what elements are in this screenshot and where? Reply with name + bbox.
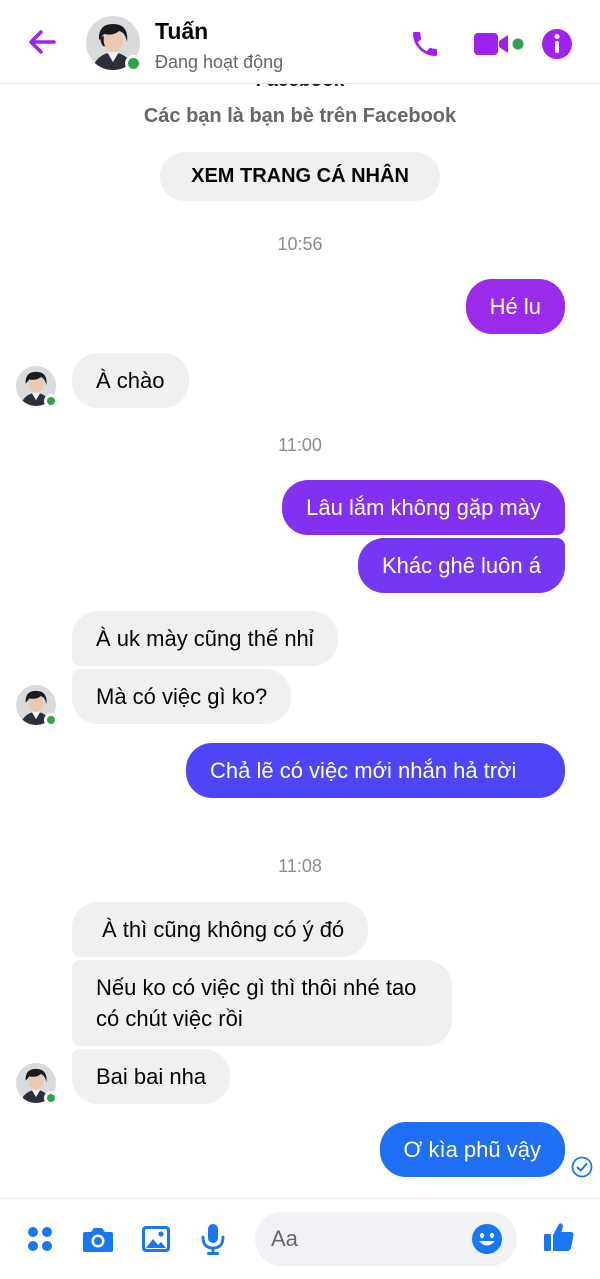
like-icon[interactable] bbox=[541, 1219, 577, 1255]
timestamp: 11:00 bbox=[278, 435, 322, 455]
apps-grid-icon[interactable] bbox=[22, 1221, 58, 1257]
timestamp: 11:08 bbox=[278, 856, 322, 876]
message-composer bbox=[0, 1198, 600, 1279]
received-message[interactable]: À thì cũng không có ý đó bbox=[72, 902, 369, 957]
sent-message[interactable]: Ơ kìa phũ vậy bbox=[379, 1122, 565, 1177]
info-icon[interactable] bbox=[539, 24, 575, 64]
sent-message[interactable]: Chả lẽ có việc mới nhắn hả trời bbox=[186, 743, 565, 798]
online-status-dot bbox=[44, 394, 58, 408]
contact-avatar[interactable] bbox=[16, 1063, 58, 1105]
sent-message[interactable]: Hé lu bbox=[465, 279, 565, 334]
view-profile-button[interactable]: XEM TRANG CÁ NHÂN bbox=[160, 152, 440, 201]
received-message[interactable]: Bai bai nha bbox=[72, 1049, 231, 1104]
online-status-dot bbox=[44, 1091, 58, 1105]
gallery-icon[interactable] bbox=[138, 1221, 174, 1257]
contact-avatar[interactable] bbox=[86, 16, 142, 72]
contact-avatar[interactable] bbox=[16, 685, 58, 727]
camera-icon[interactable] bbox=[80, 1221, 116, 1257]
message-input-box[interactable] bbox=[255, 1212, 517, 1266]
received-message[interactable]: À uk mày cũng thế nhỉ bbox=[72, 611, 338, 666]
active-status: Đang hoạt động bbox=[155, 52, 284, 72]
timestamp: 10:56 bbox=[277, 234, 323, 254]
sent-check-icon bbox=[571, 1156, 593, 1178]
received-message[interactable]: Mà có việc gì ko? bbox=[72, 669, 292, 724]
received-message[interactable]: À chào bbox=[72, 353, 189, 408]
sent-message[interactable]: Khác ghê luôn á bbox=[357, 538, 565, 593]
message-input[interactable] bbox=[271, 1212, 461, 1266]
video-camera-icon[interactable] bbox=[472, 24, 528, 64]
microphone-icon[interactable] bbox=[195, 1221, 231, 1257]
chat-header: Tuấn Đang hoạt động bbox=[0, 0, 600, 84]
emoji-icon[interactable] bbox=[471, 1223, 503, 1255]
contact-avatar[interactable] bbox=[16, 366, 58, 408]
sent-message[interactable]: Lâu lắm không gặp mày bbox=[282, 480, 565, 535]
online-status-dot bbox=[125, 55, 142, 72]
contact-name[interactable]: Tuấn bbox=[155, 18, 208, 45]
online-status-dot bbox=[44, 713, 58, 727]
phone-icon[interactable] bbox=[407, 24, 443, 64]
received-message[interactable]: Nếu ko có việc gì thì thôi nhé tao có ch… bbox=[72, 960, 452, 1046]
friends-notice: Các bạn là bạn bè trên Facebook bbox=[143, 105, 457, 127]
back-arrow-icon[interactable] bbox=[22, 22, 62, 62]
